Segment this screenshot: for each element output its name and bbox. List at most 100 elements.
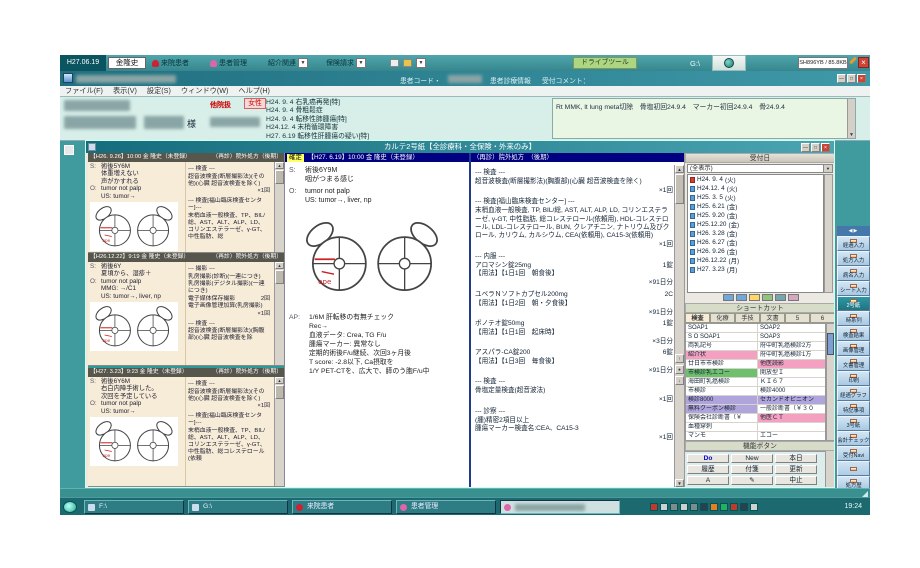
shortcut-cell[interactable]: 他医ＣＴ bbox=[758, 414, 825, 422]
strip-button[interactable]: 受付Navi bbox=[837, 446, 870, 461]
function-button[interactable]: 更新 bbox=[775, 465, 817, 474]
shortcut-cell[interactable]: 一般診断書（￥３０ bbox=[758, 405, 825, 413]
tray-icon[interactable] bbox=[700, 503, 708, 511]
taskbar-item-patient-management[interactable]: 患者管理 bbox=[396, 500, 496, 514]
chevron-down-icon[interactable]: ▼ bbox=[298, 58, 308, 68]
shortcut-cell[interactable]: 府中町乳癌検診1方 bbox=[758, 351, 825, 359]
strip-button[interactable]: 特記事項 bbox=[837, 401, 870, 416]
taskbar-item-visiting-patients[interactable]: 来院患者 bbox=[292, 500, 392, 514]
shortcut-cell[interactable]: マンモ bbox=[686, 432, 758, 440]
shortcut-cell[interactable]: 海田町乳癌検診 bbox=[686, 378, 758, 386]
maximize-icon[interactable]: □ bbox=[847, 74, 856, 83]
shortcut-cell[interactable]: ＫＩ６７ bbox=[758, 378, 825, 386]
date-list-item[interactable]: H25. 9.20 (金) bbox=[688, 211, 823, 220]
shortcut-cell[interactable]: セカンドオピニオン bbox=[758, 396, 825, 404]
chevron-down-icon[interactable]: ▼ bbox=[823, 165, 832, 172]
patient-management-button[interactable]: 患者管理 bbox=[210, 56, 247, 70]
shortcut-cell[interactable]: 府中町乳癌検診2方 bbox=[758, 342, 825, 350]
scroll-up-icon[interactable]: ▲ bbox=[675, 165, 684, 173]
strip-button[interactable]: 病名入力 bbox=[837, 266, 870, 281]
strip-button[interactable]: シート入力 bbox=[837, 281, 870, 296]
shortcut-cell[interactable]: エコー bbox=[758, 432, 825, 440]
shortcut-cell[interactable]: 血種穿刺 bbox=[686, 423, 758, 431]
shortcut-tab[interactable]: 検査 bbox=[685, 313, 710, 323]
strip-button[interactable]: 処方入力 bbox=[837, 251, 870, 266]
color-chip-button[interactable] bbox=[723, 294, 734, 301]
shortcut-tab[interactable]: 6 bbox=[810, 313, 834, 323]
tray-icon[interactable] bbox=[650, 503, 658, 511]
shortcut-cell[interactable]: 市検診乳エコー bbox=[686, 369, 758, 377]
date-list-item[interactable]: H24. 9. 4 (火) bbox=[688, 175, 823, 184]
taskbar-item-active-patient[interactable] bbox=[500, 500, 620, 514]
patient-comment-box[interactable]: Rt MMK, lt lung meta切除 骨塩初回24.9.4 マーカー初回… bbox=[552, 98, 856, 139]
strip-button[interactable]: 3号紙 bbox=[837, 416, 870, 431]
history-entry[interactable]: 【H27. 3.23】9:23 金 隆史（未登録） （再診）院外処方（後期） S… bbox=[88, 366, 284, 487]
color-chip-button[interactable] bbox=[788, 294, 799, 301]
function-button[interactable]: New bbox=[731, 454, 773, 463]
scroll-down-icon[interactable]: ▼ bbox=[675, 479, 684, 487]
insurance-billing-dropdown[interactable]: 保険請求 ▼ bbox=[326, 56, 366, 70]
folder-icon[interactable] bbox=[403, 59, 412, 67]
strip-button[interactable]: 時系列 bbox=[837, 311, 870, 326]
color-chip-button[interactable] bbox=[749, 294, 760, 301]
close-icon[interactable]: × bbox=[821, 143, 830, 152]
function-button[interactable]: Do bbox=[687, 454, 729, 463]
color-chip-button[interactable] bbox=[775, 294, 786, 301]
referral-dropdown[interactable]: 紹介関連 ▼ bbox=[268, 56, 308, 70]
tray-icon[interactable] bbox=[750, 503, 758, 511]
history-entry[interactable]: 【H26.12.22】9:19 金 隆史（未登録） （再診）院外処方（後期） S… bbox=[88, 253, 284, 366]
tray-icon[interactable] bbox=[660, 503, 668, 511]
orders-scrollbar[interactable]: ▲ ↑ ● ↓ ▼ bbox=[674, 165, 684, 487]
tray-icon[interactable] bbox=[690, 503, 698, 511]
shortcut-cell[interactable] bbox=[758, 423, 825, 431]
wrench-icon[interactable] bbox=[849, 57, 857, 65]
date-list-item[interactable]: H25. 6.21 (金) bbox=[688, 202, 823, 211]
tray-icon[interactable] bbox=[730, 503, 738, 511]
shortcut-cell[interactable]: SOAP1 bbox=[686, 324, 758, 332]
date-list-item[interactable]: H26.12.22 (月) bbox=[688, 256, 823, 265]
shortcut-cell[interactable]: 保険会社診断書（￥ bbox=[686, 414, 758, 422]
tray-icon[interactable] bbox=[710, 503, 718, 511]
reception-date-list[interactable]: H24. 9. 4 (火) H24.12. 4 (火) H25. 3. 5 bbox=[687, 174, 824, 293]
scroll-thumb[interactable] bbox=[675, 174, 684, 204]
function-button[interactable]: ✎ bbox=[731, 476, 773, 485]
shortcut-cell[interactable]: 無料クーポン検診 bbox=[686, 405, 758, 413]
function-button[interactable]: 中止 bbox=[775, 476, 817, 485]
strip-button[interactable]: 経過入力 bbox=[837, 236, 870, 251]
function-area-scrollbar[interactable] bbox=[825, 451, 834, 487]
shortcut-cell[interactable]: S O SOAP1 bbox=[686, 333, 758, 341]
minimize-icon[interactable]: — bbox=[801, 143, 810, 152]
date-list-item[interactable]: H24.12. 4 (火) bbox=[688, 184, 823, 193]
taskbar-item-g-drive[interactable]: G:\ bbox=[188, 500, 288, 514]
shortcut-cell[interactable]: 両乳記号 bbox=[686, 342, 758, 350]
strip-button[interactable]: 文書管理 bbox=[837, 356, 870, 371]
date-list-item[interactable]: H26. 9.26 (金) bbox=[688, 247, 823, 256]
shortcut-cell[interactable]: 市検診 bbox=[686, 387, 758, 395]
history-entry[interactable]: 【H26. 9.26】10:00 金 隆史（未登録） （再診）院外処方（後期） … bbox=[88, 153, 284, 253]
maximize-icon[interactable]: □ bbox=[811, 143, 820, 152]
menu-item[interactable]: ウィンドウ(W) bbox=[181, 86, 229, 96]
shortcut-cell[interactable]: SOAP3 bbox=[758, 333, 825, 341]
strip-button[interactable]: 会計チェック bbox=[837, 431, 870, 446]
close-icon[interactable]: × bbox=[857, 74, 866, 83]
shortcut-cell[interactable]: SOAP2 bbox=[758, 324, 825, 332]
tray-icon[interactable] bbox=[670, 503, 678, 511]
strip-button[interactable]: 検査結果 bbox=[837, 326, 870, 341]
start-button[interactable] bbox=[63, 501, 77, 513]
date-filter-combobox[interactable]: (全表示) ▼ bbox=[687, 164, 833, 173]
shortcut-grid-scrollbar[interactable] bbox=[826, 323, 834, 441]
entry-scrollbar[interactable]: ▲ bbox=[274, 262, 284, 365]
comment-scrollbar[interactable] bbox=[847, 99, 855, 138]
minimized-window-icon[interactable] bbox=[64, 145, 74, 155]
shortcut-cell[interactable]: 廿日市市検診 bbox=[686, 360, 758, 368]
tray-icon[interactable] bbox=[720, 503, 728, 511]
jump-bottom-button[interactable]: ↓ bbox=[675, 376, 684, 385]
karte-titlebar[interactable]: カルテ2号紙【全診療科・全保険・外来のみ】 — □ × bbox=[86, 141, 834, 153]
menu-item[interactable]: ヘルプ(H) bbox=[238, 86, 270, 96]
date-list-item[interactable]: H27. 3.23 (月) bbox=[688, 265, 823, 274]
minimize-icon[interactable]: — bbox=[837, 74, 846, 83]
strip-button[interactable]: 印刷 bbox=[837, 371, 870, 386]
strip-button[interactable]: 2号紙 bbox=[837, 296, 870, 311]
menu-item[interactable]: ファイル(F) bbox=[65, 86, 103, 96]
date-list-item[interactable]: H25. 3. 5 (火) bbox=[688, 193, 823, 202]
